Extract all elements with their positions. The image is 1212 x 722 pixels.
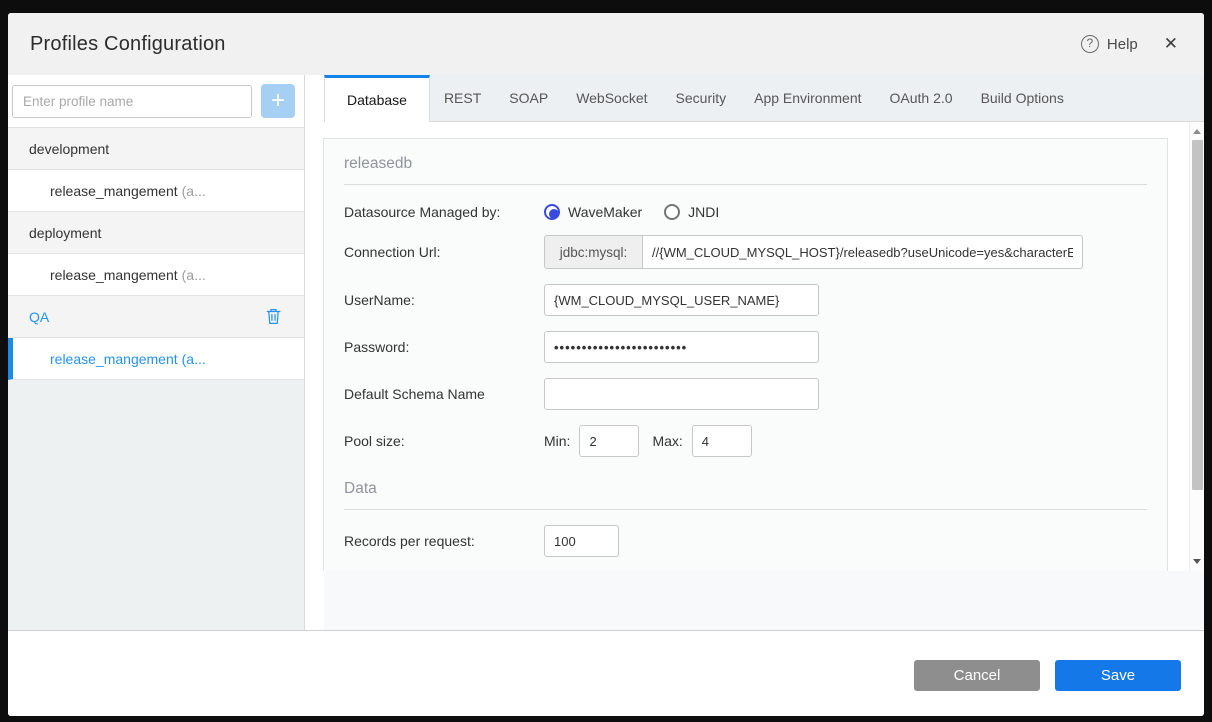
db-section-title: releasedb — [344, 155, 413, 172]
radio-jndi[interactable]: JNDI — [664, 204, 719, 220]
password-input[interactable] — [544, 331, 819, 363]
radio-unselected-icon — [664, 204, 681, 220]
scrollbar-thumb[interactable] — [1192, 140, 1203, 490]
tabbar-gutter — [305, 75, 324, 122]
datasource-label: Datasource Managed by: — [344, 204, 501, 220]
profile-item-suffix: (a... — [181, 182, 206, 199]
help-icon: ? — [1080, 35, 1099, 53]
connection-url-row: Connection Url: jdbc:mysql: — [344, 235, 1147, 269]
vertical-scrollbar[interactable] — [1189, 122, 1204, 571]
cancel-button[interactable]: Cancel — [914, 660, 1040, 691]
section-divider — [344, 184, 1147, 185]
schema-input[interactable] — [544, 378, 819, 410]
pool-max-label: Max: — [652, 433, 683, 449]
jdbc-prefix-box: jdbc:mysql: — [544, 235, 643, 269]
username-row: UserName: — [344, 284, 1147, 316]
pool-min-label: Min: — [544, 433, 571, 449]
connection-url-input[interactable] — [643, 235, 1083, 269]
profile-content-panel: Database REST SOAP WebSocket Security Ap… — [305, 75, 1204, 630]
username-label: UserName: — [344, 292, 415, 308]
scroll-down-icon[interactable] — [1190, 555, 1204, 569]
tab-rest[interactable]: REST — [430, 75, 495, 122]
data-section-title: Data — [344, 480, 377, 497]
tab-oauth[interactable]: OAuth 2.0 — [876, 75, 967, 122]
dialog-header: Profiles Configuration ? Help ✕ — [8, 13, 1204, 75]
profile-item-release-mangement-dev[interactable]: release_mangement (a... — [8, 170, 304, 212]
delete-profile-icon[interactable] — [266, 308, 281, 325]
records-input[interactable] — [544, 525, 619, 557]
tab-soap[interactable]: SOAP — [495, 75, 562, 122]
scroll-up-icon[interactable] — [1190, 124, 1204, 138]
tab-panel-footer-strip — [305, 571, 1204, 630]
profiles-configuration-dialog: Profiles Configuration ? Help ✕ + develo… — [8, 13, 1204, 716]
profile-item-label: release_mangement — [50, 266, 178, 283]
profile-item-release-mangement-qa-selected[interactable]: release_mangement (a... — [8, 338, 304, 380]
tab-security[interactable]: Security — [662, 75, 741, 122]
releasedb-form-card: releasedb Datasource Managed by: WaveMak… — [323, 138, 1168, 571]
schema-label: Default Schema Name — [344, 386, 485, 402]
profile-item-label: release_mangement — [50, 350, 178, 367]
help-button[interactable]: ? Help — [1080, 35, 1138, 53]
pool-min-input[interactable] — [579, 425, 640, 457]
profile-search-row: + — [8, 75, 304, 128]
schema-row: Default Schema Name — [344, 378, 1147, 410]
dialog-body: + development release_mangement (a... de… — [8, 75, 1204, 630]
page-title: Profiles Configuration — [30, 32, 226, 55]
connection-url-label: Connection Url: — [344, 244, 441, 260]
radio-jndi-label: JNDI — [688, 204, 720, 220]
pool-size-label: Pool size: — [344, 433, 405, 449]
header-actions: ? Help ✕ — [1080, 32, 1180, 56]
radio-wavemaker-label: WaveMaker — [568, 204, 643, 220]
profiles-sidebar: + development release_mangement (a... de… — [8, 75, 305, 630]
profile-group-label: QA — [29, 308, 50, 325]
profile-group-development[interactable]: development — [8, 128, 304, 170]
tab-build-options[interactable]: Build Options — [967, 75, 1078, 122]
datasource-row: Datasource Managed by: WaveMaker JNDI — [344, 204, 1147, 220]
section-divider — [344, 509, 1147, 510]
password-row: Password: — [344, 331, 1147, 363]
save-button[interactable]: Save — [1055, 660, 1181, 691]
tab-database[interactable]: Database — [324, 75, 430, 122]
profile-item-suffix: (a... — [181, 350, 206, 367]
help-label: Help — [1106, 35, 1138, 53]
password-label: Password: — [344, 339, 410, 355]
close-icon[interactable]: ✕ — [1162, 32, 1180, 56]
profile-name-input[interactable] — [12, 84, 252, 118]
username-input[interactable] — [544, 284, 819, 316]
records-per-request-row: Records per request: — [344, 525, 1147, 557]
radio-wavemaker[interactable]: WaveMaker — [544, 204, 642, 220]
pool-size-row: Pool size: Min: Max: — [344, 425, 1147, 457]
records-label: Records per request: — [344, 533, 475, 549]
profile-group-deployment[interactable]: deployment — [8, 212, 304, 254]
radio-selected-icon — [544, 204, 560, 220]
tab-app-environment[interactable]: App Environment — [740, 75, 875, 122]
profile-item-label: release_mangement — [50, 182, 178, 199]
profile-tabs: Database REST SOAP WebSocket Security Ap… — [305, 75, 1204, 122]
sidebar-empty-area — [8, 380, 304, 630]
dialog-footer: Cancel Save — [8, 630, 1204, 716]
pool-max-input[interactable] — [691, 425, 752, 457]
tab-websocket[interactable]: WebSocket — [562, 75, 661, 122]
add-profile-button[interactable]: + — [261, 84, 295, 118]
profile-group-qa[interactable]: QA — [8, 296, 304, 338]
profile-item-suffix: (a... — [181, 266, 206, 283]
profile-item-release-mangement-deploy[interactable]: release_mangement (a... — [8, 254, 304, 296]
connection-url-group: jdbc:mysql: — [544, 235, 1083, 269]
database-tab-content: releasedb Datasource Managed by: WaveMak… — [305, 122, 1204, 571]
